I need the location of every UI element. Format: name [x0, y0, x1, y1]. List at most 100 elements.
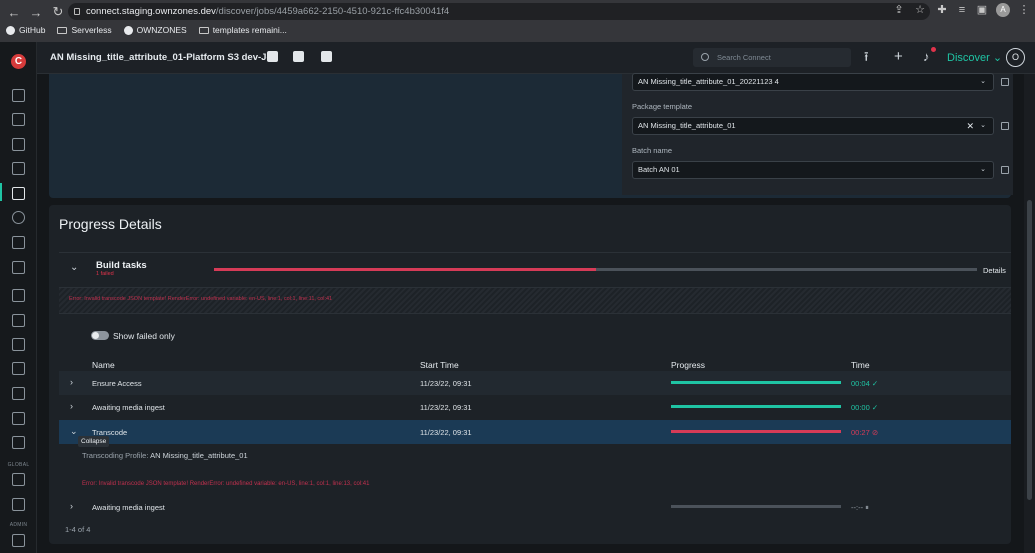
- menu-icon[interactable]: ⋮: [1018, 4, 1030, 16]
- extensions-icon[interactable]: ✚: [936, 4, 948, 16]
- dashboard-icon[interactable]: [12, 89, 25, 102]
- back-icon[interactable]: ←: [6, 4, 22, 20]
- task-start-time: 11/23/22, 09:31: [420, 379, 472, 388]
- task-name: Awaiting media ingest: [92, 503, 165, 512]
- admin-icon[interactable]: [12, 534, 25, 547]
- chevron-down-icon: ⌄: [980, 166, 986, 173]
- sidepanel-icon[interactable]: ▣: [976, 4, 988, 16]
- error-text: Error: Invalid transcode JSON template! …: [69, 296, 333, 302]
- lock-icon: [74, 8, 80, 15]
- global-section-label: GLOBAL: [7, 462, 30, 468]
- task-duration: 00:27 ⊘: [851, 428, 879, 437]
- transcoding-profile: Transcoding Profile: AN Missing_title_at…: [82, 451, 248, 460]
- show-failed-toggle[interactable]: [91, 331, 109, 340]
- app-header: AN Missing_title_attribute_01-Platform S…: [37, 42, 1035, 74]
- key-icon[interactable]: [12, 498, 25, 511]
- batch-name-value: Batch AN 01: [638, 165, 680, 174]
- comment-icon[interactable]: [321, 51, 332, 62]
- build-progress-fill: [214, 268, 596, 271]
- briefcase-icon[interactable]: [12, 187, 25, 200]
- report-icon[interactable]: [12, 436, 25, 449]
- scrollbar-thumb[interactable]: [1027, 200, 1032, 500]
- folder-icon: [198, 26, 209, 34]
- chevron-right-icon[interactable]: ›: [70, 501, 73, 511]
- clear-icon[interactable]: ✕: [966, 118, 974, 134]
- globe-icon[interactable]: [12, 211, 25, 224]
- user-avatar[interactable]: O: [1006, 48, 1025, 67]
- package-select-value: AN Missing_title_attribute_01_20221123 4: [638, 77, 779, 86]
- settings-list-icon[interactable]: [12, 412, 25, 425]
- chevron-right-icon[interactable]: ›: [70, 401, 73, 411]
- document-icon[interactable]: [12, 338, 25, 351]
- discover-label: Discover: [947, 52, 990, 64]
- chevron-down-icon: ⌄: [980, 78, 986, 85]
- details-link[interactable]: Details: [983, 266, 1006, 275]
- stack-icon[interactable]: [12, 162, 25, 175]
- task-progress-fill: [671, 405, 841, 408]
- package-template-value: AN Missing_title_attribute_01: [638, 121, 736, 130]
- chevron-right-icon[interactable]: ›: [70, 377, 73, 387]
- task-progress-bar: [671, 381, 841, 384]
- external-link-icon[interactable]: [1001, 122, 1009, 130]
- batch-name-label: Batch name: [632, 146, 673, 155]
- bookmark-label: GitHub: [19, 25, 46, 35]
- chevron-down-icon[interactable]: ⌄: [70, 426, 78, 437]
- task-name: Ensure Access: [92, 379, 142, 388]
- list-icon[interactable]: [12, 113, 25, 126]
- calendar-icon[interactable]: [12, 138, 25, 151]
- bookmark-label: OWNZONES: [136, 25, 187, 35]
- upload-icon[interactable]: ⭱: [864, 50, 869, 64]
- browser-actions: ✚ ≡ ▣ A ⋮: [936, 3, 1030, 17]
- build-progress-bar: [214, 268, 977, 271]
- table-row[interactable]: › Ensure Access 11/23/22, 09:31 00:04 ✓: [59, 371, 1011, 395]
- external-link-icon[interactable]: [1001, 166, 1009, 174]
- app-logo[interactable]: C: [11, 54, 26, 69]
- chevron-down-icon[interactable]: ⌄: [70, 262, 78, 273]
- bookmark-item[interactable]: Serverless: [57, 25, 112, 35]
- transcoding-profile-value: AN Missing_title_attribute_01: [150, 451, 248, 460]
- show-failed-label: Show failed only: [113, 331, 175, 341]
- package-select[interactable]: AN Missing_title_attribute_01_20221123 4…: [632, 73, 994, 91]
- tag-icon[interactable]: [12, 314, 25, 327]
- media-icon[interactable]: ≡: [956, 4, 968, 16]
- checklist-icon[interactable]: [12, 261, 25, 274]
- save-icon[interactable]: [267, 51, 278, 62]
- delete-icon[interactable]: [293, 51, 304, 62]
- task-start-time: 11/23/22, 09:31: [420, 428, 472, 437]
- share-icon[interactable]: ⇪: [893, 4, 905, 16]
- progress-title: Progress Details: [59, 216, 162, 232]
- forward-icon[interactable]: →: [28, 4, 44, 20]
- search-input[interactable]: Search Connect: [693, 48, 851, 67]
- table-row[interactable]: › Awaiting media ingest 11/23/22, 09:31 00:…: [59, 395, 1011, 419]
- table-row[interactable]: › Awaiting media ingest --:-- ⏸: [59, 495, 1011, 519]
- discover-menu[interactable]: Discover ⌄: [947, 51, 1002, 64]
- branch-icon[interactable]: [12, 362, 25, 375]
- bookmark-label: Serverless: [71, 25, 112, 35]
- url-bar[interactable]: connect.staging.ownzones.dev/discover/jo…: [68, 3, 930, 20]
- reload-icon[interactable]: ↻: [50, 4, 66, 20]
- task-progress-bar: [671, 430, 841, 433]
- build-tasks-title: Build tasks: [96, 260, 147, 271]
- package-template-label: Package template: [632, 102, 693, 111]
- folder-icon: [57, 26, 68, 34]
- task-progress-fill: [671, 430, 841, 433]
- task-progress-fill: [671, 381, 841, 384]
- bell-icon[interactable]: ♪: [923, 50, 930, 64]
- add-icon[interactable]: +: [894, 49, 903, 64]
- bookmark-item[interactable]: templates remaini...: [198, 25, 287, 35]
- collapse-tooltip: Collapse: [78, 436, 110, 447]
- active-indicator: [0, 183, 2, 201]
- table-row[interactable]: ⌄ Transcode 11/23/22, 09:31 00:27 ⊘: [59, 420, 1011, 444]
- triangle-icon[interactable]: [12, 387, 25, 400]
- chat-icon[interactable]: [12, 289, 25, 302]
- transfer-icon[interactable]: [12, 236, 25, 249]
- external-link-icon[interactable]: [1001, 78, 1009, 86]
- job-title: AN Missing_title_attribute_01-Platform S…: [50, 52, 279, 63]
- bookmark-item[interactable]: GitHub: [6, 25, 45, 35]
- building-icon[interactable]: [12, 473, 25, 486]
- batch-name-select[interactable]: Batch AN 01 ⌄: [632, 161, 994, 179]
- star-icon[interactable]: ☆: [914, 4, 926, 16]
- profile-avatar[interactable]: A: [996, 3, 1010, 17]
- bookmark-item[interactable]: OWNZONES: [123, 25, 187, 35]
- package-template-select[interactable]: AN Missing_title_attribute_01 ✕ ⌄: [632, 117, 994, 135]
